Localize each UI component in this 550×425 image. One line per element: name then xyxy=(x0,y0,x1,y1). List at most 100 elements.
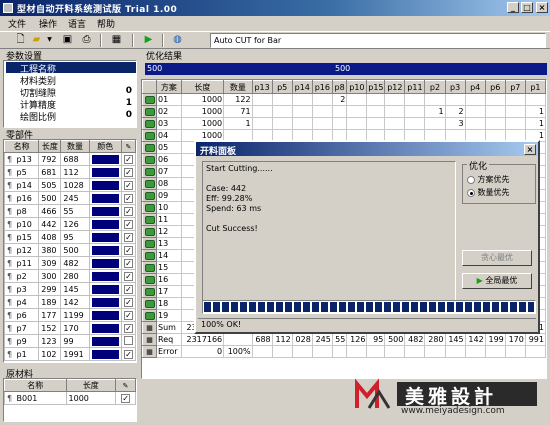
results-header-p5[interactable]: p5 xyxy=(271,80,293,94)
part-length[interactable]: 123 xyxy=(38,334,62,348)
results-header-p3[interactable]: p3 xyxy=(444,80,466,94)
part-qty[interactable]: 55 xyxy=(60,204,90,218)
part-color-swatch[interactable] xyxy=(91,167,119,177)
part-qty[interactable]: 112 xyxy=(60,165,90,179)
part-qty[interactable]: 126 xyxy=(60,217,90,231)
part-length[interactable]: 466 xyxy=(38,204,62,218)
results-header-p13[interactable]: p13 xyxy=(251,80,273,94)
maximize-button[interactable]: □ xyxy=(521,2,533,13)
open-folder-icon[interactable]: ▰ xyxy=(30,34,43,46)
parts-row[interactable]: ¶ p5 681 112 ✓ xyxy=(4,165,136,179)
menu-file[interactable]: 文件 xyxy=(8,17,26,30)
part-length[interactable]: 299 xyxy=(38,282,62,296)
parts-header-name[interactable]: 名称 xyxy=(4,140,40,153)
parts-row[interactable]: ¶ p6 177 1199 ✓ xyxy=(4,308,136,322)
materials-header-length[interactable]: 长度 xyxy=(65,379,117,392)
plan-row[interactable]: 01 1000 122 2 xyxy=(142,93,546,106)
part-length[interactable]: 380 xyxy=(38,243,62,257)
parts-row[interactable]: ¶ p14 505 1028 ✓ xyxy=(4,178,136,192)
part-length[interactable]: 309 xyxy=(38,256,62,270)
part-color-swatch[interactable] xyxy=(91,245,119,255)
parts-row[interactable]: ¶ p15 408 95 ✓ xyxy=(4,230,136,244)
part-qty[interactable]: 142 xyxy=(60,295,90,309)
param-draw-scale[interactable]: 绘图比例 0 xyxy=(6,110,136,123)
results-header-p2[interactable]: p2 xyxy=(424,80,446,94)
results-header-p6[interactable]: p6 xyxy=(484,80,506,94)
dialog-close-button[interactable]: × xyxy=(524,144,536,155)
part-checkbox[interactable] xyxy=(123,335,133,345)
dropdown-arrow-icon[interactable]: ▼ xyxy=(43,34,56,46)
part-checkbox[interactable]: ✓ xyxy=(123,323,133,333)
part-qty[interactable]: 688 xyxy=(60,152,90,166)
results-header-p10[interactable]: p10 xyxy=(346,80,368,94)
part-color-swatch[interactable] xyxy=(91,193,119,203)
part-checkbox[interactable]: ✓ xyxy=(123,167,133,177)
results-header-p7[interactable]: p7 xyxy=(504,80,526,94)
part-color-swatch[interactable] xyxy=(91,310,119,320)
part-checkbox[interactable]: ✓ xyxy=(123,297,133,307)
part-checkbox[interactable]: ✓ xyxy=(123,349,133,359)
part-color-swatch[interactable] xyxy=(91,323,119,333)
part-qty[interactable]: 245 xyxy=(60,191,90,205)
part-qty[interactable]: 95 xyxy=(60,230,90,244)
results-header-p15[interactable]: p15 xyxy=(366,80,386,94)
material-checkbox[interactable]: ✓ xyxy=(121,393,131,403)
parts-row[interactable]: ¶ p9 123 99 xyxy=(4,334,136,348)
part-length[interactable]: 177 xyxy=(38,308,62,322)
menu-operate[interactable]: 操作 xyxy=(39,17,57,30)
global-optimal-button[interactable]: ▶ 全局最优 xyxy=(462,273,532,289)
part-qty[interactable]: 145 xyxy=(60,282,90,296)
part-color-swatch[interactable] xyxy=(91,180,119,190)
part-color-swatch[interactable] xyxy=(91,297,119,307)
part-checkbox[interactable]: ✓ xyxy=(123,258,133,268)
part-checkbox[interactable]: ✓ xyxy=(123,284,133,294)
run-icon[interactable]: ▶ xyxy=(142,34,155,46)
part-length[interactable]: 408 xyxy=(38,230,62,244)
results-header-p12[interactable]: p12 xyxy=(384,80,406,94)
part-length[interactable]: 505 xyxy=(38,178,62,192)
part-qty[interactable]: 1199 xyxy=(60,308,90,322)
close-button[interactable]: × xyxy=(536,2,548,13)
summary-row-error[interactable]: ▦ Error 0 100% xyxy=(142,345,546,358)
part-checkbox[interactable]: ✓ xyxy=(123,180,133,190)
part-length[interactable]: 102 xyxy=(38,347,62,361)
part-color-swatch[interactable] xyxy=(91,271,119,281)
part-color-swatch[interactable] xyxy=(91,284,119,294)
globe-icon[interactable]: ◍ xyxy=(171,34,184,46)
part-checkbox[interactable]: ✓ xyxy=(123,206,133,216)
part-color-swatch[interactable] xyxy=(91,232,119,242)
results-header-length[interactable]: 长度 xyxy=(180,80,225,94)
part-qty[interactable]: 1028 xyxy=(60,178,90,192)
part-length[interactable]: 500 xyxy=(38,191,62,205)
materials-header-name[interactable]: 名称 xyxy=(4,379,67,392)
minimize-button[interactable]: _ xyxy=(507,2,519,13)
part-checkbox[interactable]: ✓ xyxy=(123,310,133,320)
results-header-p14[interactable]: p14 xyxy=(291,80,313,94)
parts-row[interactable]: ¶ p4 189 142 ✓ xyxy=(4,295,136,309)
parts-row[interactable]: ¶ p8 466 55 ✓ xyxy=(4,204,136,218)
part-qty[interactable]: 99 xyxy=(60,334,90,348)
menu-language[interactable]: 语言 xyxy=(68,17,86,30)
greedy-optimal-button[interactable]: 贪心最优 xyxy=(462,250,532,266)
part-checkbox[interactable]: ✓ xyxy=(123,154,133,164)
results-header-plan[interactable]: 方案 xyxy=(156,80,182,94)
materials-row[interactable]: ¶ B001 1000 ✓ xyxy=(4,391,136,405)
param-cut-gap[interactable]: 切割缝隙 0 xyxy=(6,86,136,99)
parts-header-length[interactable]: 长度 xyxy=(38,140,62,153)
radio-plan-first[interactable]: 方案优先 xyxy=(467,174,510,185)
part-length[interactable]: 442 xyxy=(38,217,62,231)
print-icon[interactable]: ⎙ xyxy=(80,34,93,46)
part-checkbox[interactable]: ✓ xyxy=(123,245,133,255)
menu-help[interactable]: 帮助 xyxy=(97,17,115,30)
part-color-swatch[interactable] xyxy=(91,206,119,216)
part-length[interactable]: 300 xyxy=(38,269,62,283)
part-checkbox[interactable]: ✓ xyxy=(123,271,133,281)
parts-header-check[interactable]: ✎ xyxy=(120,140,136,153)
parts-row[interactable]: ¶ p13 792 688 ✓ xyxy=(4,152,136,166)
results-header-p11[interactable]: p11 xyxy=(404,80,426,94)
part-checkbox[interactable]: ✓ xyxy=(123,193,133,203)
parts-row[interactable]: ¶ p10 442 126 ✓ xyxy=(4,217,136,231)
part-qty[interactable]: 280 xyxy=(60,269,90,283)
plan-row[interactable]: 02 1000 71 1 2 1 xyxy=(142,105,546,118)
part-qty[interactable]: 500 xyxy=(60,243,90,257)
